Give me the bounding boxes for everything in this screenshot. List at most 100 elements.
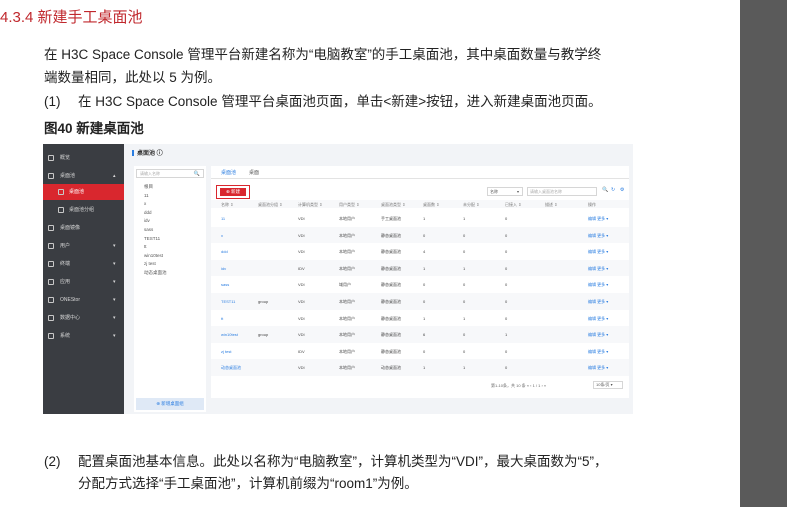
- menu-icon: [58, 189, 64, 195]
- row-actions[interactable]: 编辑 更多 ▾: [588, 332, 608, 338]
- tree-item[interactable]: zj test: [144, 261, 156, 266]
- row-actions[interactable]: 编辑 更多 ▾: [588, 349, 608, 355]
- pool-name-link[interactable]: zj test: [221, 349, 231, 354]
- search-icon[interactable]: 🔍: [602, 187, 608, 193]
- sidebar-item[interactable]: 桌面池分组: [43, 202, 124, 218]
- row-actions[interactable]: 编辑 更多 ▾: [588, 266, 608, 272]
- table-cell: 1: [463, 216, 466, 221]
- pool-name-link[interactable]: tt: [221, 316, 223, 321]
- filter-input[interactable]: 请输入桌面池名称: [527, 187, 597, 196]
- table-cell: 本地用户: [339, 232, 355, 238]
- table-row[interactable]: 11 VDI 本地用户 手工桌面池 1 1 0 编辑 更多 ▾: [211, 210, 629, 227]
- column-header[interactable]: 桌面池类型 ⇕: [381, 202, 405, 208]
- sidebar-item[interactable]: 应用 ▾: [43, 274, 124, 290]
- new-button[interactable]: ⊕ 新建: [220, 188, 246, 196]
- column-header[interactable]: 桌面数 ⇕: [423, 202, 439, 208]
- pool-name-link[interactable]: idv: [221, 266, 226, 271]
- table-cell: 0: [463, 332, 466, 338]
- row-actions[interactable]: 编辑 更多 ▾: [588, 216, 608, 222]
- table-row[interactable]: TEST11 group VDI 本地用户 静态桌面池 0 0 0 编辑 更多 ▾: [211, 293, 629, 310]
- group-tree: 请输入名称 🔍 根目 11 x ddd idv sass TEST11 tt win10test…: [134, 166, 206, 412]
- gear-icon[interactable]: ⚙: [620, 187, 624, 193]
- pool-name-link[interactable]: 动态桌面池: [221, 365, 241, 371]
- menu-icon: [48, 225, 54, 231]
- sidebar-item[interactable]: 终端 ▾: [43, 256, 124, 272]
- chevron-icon: ▾: [113, 297, 116, 303]
- table-cell: 本地用户: [339, 348, 355, 354]
- intro-line-2: 端数量相同，此处以 5 为例。: [44, 70, 222, 85]
- table-cell: 0: [463, 249, 466, 255]
- row-actions[interactable]: 编辑 更多 ▾: [588, 282, 608, 288]
- table-cell: 手工桌面池: [381, 216, 401, 221]
- add-group-button[interactable]: ⊕ 新增桌面组: [136, 398, 204, 410]
- tab-desktop[interactable]: 桌面: [249, 169, 259, 176]
- tree-item[interactable]: win10test: [144, 253, 163, 258]
- refresh-icon[interactable]: ↻: [611, 187, 615, 193]
- row-actions[interactable]: 编辑 更多 ▾: [588, 365, 608, 371]
- tree-item[interactable]: x: [144, 201, 146, 206]
- filter-select[interactable]: 名称 ▾: [487, 187, 523, 196]
- table-row[interactable]: idv IDV 本地用户 静态桌面池 1 1 0 编辑 更多 ▾: [211, 259, 629, 277]
- tree-item[interactable]: 动态桌面池: [144, 270, 167, 276]
- sidebar-item[interactable]: 用户 ▾: [43, 238, 124, 254]
- table-row[interactable]: tt VDI 本地用户 静态桌面池 1 1 0 编辑 更多 ▾: [211, 310, 629, 327]
- table-cell: 静态桌面池: [381, 315, 401, 321]
- column-header[interactable]: 未分配 ⇕: [463, 202, 479, 208]
- table-row[interactable]: 动态桌面池 VDI 本地用户 动态桌面池 1 1 0 编辑 更多 ▾: [211, 359, 629, 376]
- column-header[interactable]: 描述 ⇕: [545, 202, 557, 208]
- table-row[interactable]: win10test group VDI 本地用户 静态桌面池 6 0 1 编辑 更多 ▾: [211, 326, 629, 343]
- tree-item[interactable]: sass: [144, 227, 153, 232]
- tree-item[interactable]: 根目: [144, 184, 153, 190]
- sidebar-item[interactable]: 系统 ▾: [43, 328, 124, 344]
- step-2-line-2: 分配方式选择“手工桌面池”，计算机前缀为“room1”为例。: [78, 476, 418, 491]
- tree-item[interactable]: ddd: [144, 210, 152, 215]
- column-header[interactable]: 桌面池分组 ⇕: [258, 202, 282, 208]
- table-row[interactable]: x VDI 本地用户 静态桌面池 0 0 0 编辑 更多 ▾: [211, 226, 629, 244]
- pool-name-link[interactable]: sass: [221, 282, 229, 287]
- sidebar-item[interactable]: 概览: [43, 150, 124, 166]
- sidebar-item[interactable]: 桌面池: [43, 184, 124, 200]
- sidebar-item[interactable]: 桌面镜像: [43, 220, 124, 236]
- pool-name-link[interactable]: x: [221, 233, 223, 238]
- row-actions[interactable]: 编辑 更多 ▾: [588, 233, 608, 239]
- tree-item[interactable]: 11: [144, 193, 149, 198]
- table-row[interactable]: sass VDI 域用户 静态桌面池 0 0 0 编辑 更多 ▾: [211, 276, 629, 293]
- table-cell: 本地用户: [339, 265, 355, 271]
- table-cell: VDI: [298, 282, 305, 288]
- pool-name-link[interactable]: TEST11: [221, 299, 235, 304]
- row-actions[interactable]: 编辑 更多 ▾: [588, 249, 608, 255]
- column-header[interactable]: 计算机类型 ⇕: [298, 202, 322, 208]
- table-cell: VDI: [298, 232, 305, 238]
- column-header[interactable]: 操作: [588, 202, 596, 208]
- table-cell: 本地用户: [339, 332, 355, 338]
- table-cell: 本地用户: [339, 315, 355, 321]
- table-row[interactable]: zj test IDV 本地用户 静态桌面池 0 0 0 编辑 更多 ▾: [211, 343, 629, 360]
- pool-name-link[interactable]: 11: [221, 216, 225, 221]
- sidebar-item[interactable]: ONEStor ▾: [43, 292, 124, 308]
- pool-name-link[interactable]: ddd: [221, 249, 228, 254]
- sidebar-item-label: 系统: [60, 333, 71, 339]
- menu-icon: [48, 243, 54, 249]
- table-cell: 本地用户: [339, 216, 355, 221]
- table-cell: VDI: [298, 249, 305, 255]
- tree-item[interactable]: idv: [144, 218, 150, 223]
- pagination[interactable]: 第1-10条，共 10 条 « ‹ 1 / 1 › »: [491, 383, 546, 389]
- column-header[interactable]: 名称 ⇕: [221, 202, 233, 208]
- tree-item[interactable]: tt: [144, 244, 147, 249]
- row-actions[interactable]: 编辑 更多 ▾: [588, 299, 608, 305]
- page-size-select[interactable]: 10条/页 ▾: [593, 381, 623, 389]
- table-cell: VDI: [298, 365, 305, 371]
- tree-item[interactable]: TEST11: [144, 236, 160, 241]
- column-header[interactable]: 用户类型 ⇕: [339, 202, 359, 208]
- table-cell: 0: [463, 282, 466, 288]
- tree-search-input[interactable]: 请输入名称 🔍: [136, 169, 204, 178]
- menu-icon: [48, 333, 54, 339]
- row-actions[interactable]: 编辑 更多 ▾: [588, 316, 608, 322]
- column-header[interactable]: 已接入 ⇕: [505, 202, 521, 208]
- pool-name-link[interactable]: win10test: [221, 332, 238, 337]
- sidebar-item[interactable]: 数据中心 ▾: [43, 310, 124, 326]
- search-icon[interactable]: 🔍: [194, 171, 200, 178]
- table-row[interactable]: ddd VDI 本地用户 静态桌面池 4 0 0 编辑 更多 ▾: [211, 243, 629, 260]
- chevron-icon: ▾: [113, 315, 116, 321]
- sidebar-item[interactable]: 桌面池 ▴: [43, 168, 124, 184]
